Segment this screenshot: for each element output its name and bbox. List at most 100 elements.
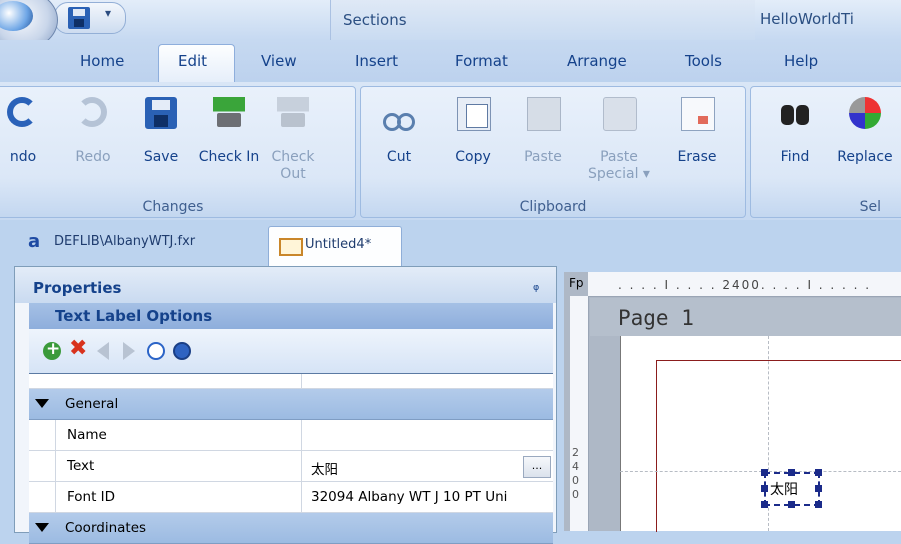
row-margin [29, 482, 56, 512]
ruler-corner-label: Fp [569, 276, 584, 290]
section-header: Text Label Options [29, 303, 553, 329]
property-name: Text [67, 458, 95, 474]
paste-icon [527, 97, 561, 131]
row-margin [29, 451, 56, 481]
collapse-arrow-icon[interactable] [35, 399, 49, 408]
changes-group: ndo Redo Save Check In Check Out Changes [0, 86, 356, 218]
save-icon [145, 97, 177, 129]
tab-help[interactable]: Help [784, 52, 818, 70]
ruler-ticks: 2 4 0 0 [572, 446, 579, 501]
check-out-label: Check Out [271, 149, 315, 182]
grid-separator [301, 420, 302, 450]
redo-label: Redo [75, 149, 111, 165]
info-icon[interactable] [147, 342, 165, 360]
property-value[interactable]: 太阳 [311, 458, 338, 478]
text-label-content: 太阳 [770, 482, 798, 498]
tab-tools[interactable]: Tools [685, 52, 722, 70]
binoculars-icon [779, 97, 811, 129]
font-file-icon: a [28, 231, 41, 252]
category-general[interactable]: General [29, 389, 553, 420]
erase-label: Erase [677, 149, 717, 165]
paste-special-button[interactable]: Paste Special ▾ [579, 87, 659, 195]
undo-label: ndo [9, 149, 37, 165]
properties-panel: Properties ᵩ Text Label Options ✖ Genera… [14, 266, 557, 544]
title-bar: ▾ Sections HelloWorldTi [0, 0, 901, 41]
previous-icon[interactable] [97, 342, 109, 360]
check-in-icon [213, 97, 245, 129]
doc-tab-untitled4[interactable]: Untitled4* [268, 226, 402, 267]
section-title: Text Label Options [55, 307, 213, 325]
contextual-group-label: Sections [343, 11, 407, 29]
selected-text-label[interactable]: 太阳 [761, 469, 822, 508]
contextual-tab-group: Sections [330, 0, 755, 40]
select-group: Find Replace Sel [750, 86, 901, 218]
paste-button[interactable]: Paste [511, 87, 575, 195]
resize-handle[interactable] [815, 469, 822, 476]
clipboard-group: Cut Copy Paste Paste Special ▾ Erase Cli… [360, 86, 746, 218]
ruler-ticks: . . . . I . . . . 2400. . . . I . . . . … [618, 278, 872, 292]
save-button[interactable]: Save [129, 87, 193, 195]
paste-special-icon [603, 97, 637, 131]
property-name: Name [67, 427, 107, 443]
erase-button[interactable]: Erase [665, 87, 729, 195]
ellipsis-button[interactable]: ... [523, 456, 551, 478]
resize-handle[interactable] [815, 501, 822, 508]
tab-edit[interactable]: Edit [178, 52, 207, 70]
resize-handle[interactable] [815, 485, 822, 492]
find-button[interactable]: Find [763, 87, 827, 195]
property-value[interactable]: 32094 Albany WT J 10 PT Uni [311, 489, 507, 505]
select-group-label: Sel [859, 199, 881, 215]
resize-handle[interactable] [788, 501, 795, 508]
grid-separator [301, 482, 302, 512]
help-icon[interactable] [173, 342, 191, 360]
window-title: HelloWorldTi [760, 10, 854, 28]
page-label: Page 1 [618, 306, 694, 330]
vertical-ruler: 2 4 0 0 [570, 296, 589, 531]
resize-handle[interactable] [761, 501, 768, 508]
quick-access-dropdown-icon[interactable]: ▾ [105, 6, 111, 20]
tab-view[interactable]: View [261, 52, 297, 70]
check-out-button[interactable]: Check Out [261, 87, 325, 195]
quick-save-icon[interactable] [68, 7, 90, 29]
add-icon[interactable] [43, 339, 61, 360]
property-row-font-id[interactable]: Font ID 32094 Albany WT J 10 PT Uni [29, 482, 553, 513]
copy-label: Copy [455, 149, 491, 165]
category-coordinates[interactable]: Coordinates [29, 513, 553, 544]
copy-button[interactable]: Copy [441, 87, 505, 195]
erase-icon [681, 97, 715, 131]
save-label: Save [143, 149, 179, 165]
changes-group-label: Changes [142, 199, 204, 215]
redo-icon [77, 97, 107, 127]
check-in-button[interactable]: Check In [197, 87, 261, 195]
scissors-icon [383, 97, 415, 131]
undo-icon [7, 97, 37, 127]
undo-button[interactable]: ndo [0, 87, 55, 195]
property-row-name[interactable]: Name [29, 420, 553, 451]
next-icon[interactable] [123, 342, 135, 360]
resize-handle[interactable] [761, 469, 768, 476]
delete-icon[interactable]: ✖ [69, 336, 87, 361]
resize-handle[interactable] [761, 485, 768, 492]
find-label: Find [780, 149, 810, 165]
tab-home[interactable]: Home [80, 52, 124, 70]
property-name: Font ID [67, 489, 116, 505]
check-in-label: Check In [198, 149, 260, 165]
tab-format[interactable]: Format [455, 52, 508, 70]
page-margin-border [656, 360, 901, 532]
property-row-text[interactable]: Text 太阳 ... [29, 451, 553, 482]
replace-button[interactable]: Replace [827, 87, 901, 195]
category-label: General [65, 396, 119, 412]
category-label: Coordinates [65, 520, 147, 536]
pin-icon[interactable]: ᵩ [533, 276, 539, 294]
redo-button[interactable]: Redo [61, 87, 125, 195]
tab-insert[interactable]: Insert [355, 52, 398, 70]
cut-label: Cut [386, 149, 412, 165]
properties-header: Properties ᵩ [15, 267, 556, 303]
grid-separator [301, 451, 302, 481]
tab-arrange[interactable]: Arrange [567, 52, 627, 70]
copy-icon [457, 97, 491, 131]
paste-special-label: Paste Special ▾ [588, 149, 650, 182]
resize-handle[interactable] [788, 469, 795, 476]
cut-button[interactable]: Cut [367, 87, 431, 195]
doc-tab-label: DEFLIB\AlbanyWTJ.fxr [54, 234, 196, 249]
